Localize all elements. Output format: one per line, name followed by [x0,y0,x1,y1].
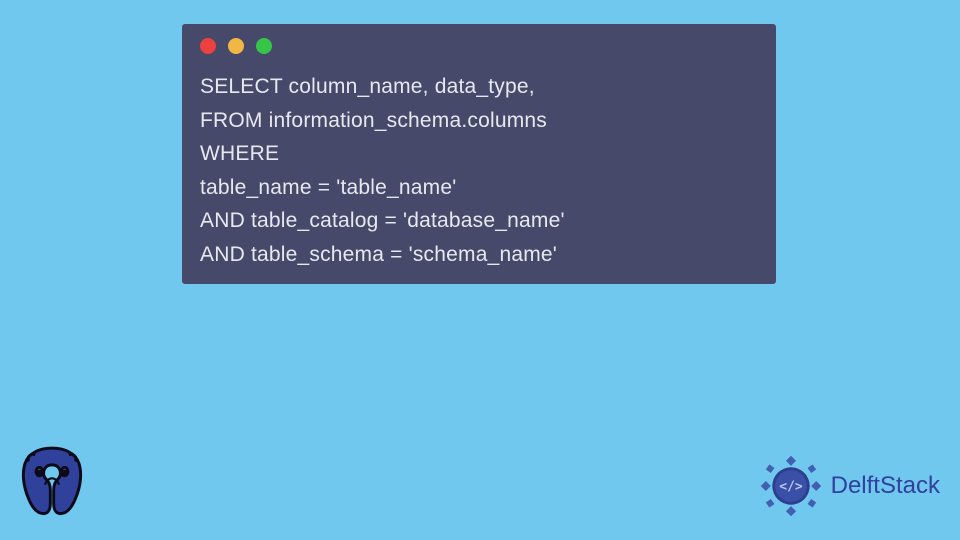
maximize-icon [256,38,272,54]
minimize-icon [228,38,244,54]
svg-text:</>: </> [779,479,803,494]
close-icon [200,38,216,54]
delftstack-logo-icon: </> [755,450,827,522]
code-line: FROM information_schema.columns [200,109,547,132]
postgresql-logo-icon [10,436,94,524]
code-line: SELECT column_name, data_type, [200,75,535,98]
code-content: SELECT column_name, data_type, FROM info… [200,70,758,272]
window-controls [200,38,758,54]
code-line: table_name = 'table_name' [200,176,456,199]
delftstack-branding: </> DelftStack [755,450,940,522]
code-line: WHERE [200,142,279,165]
code-window: SELECT column_name, data_type, FROM info… [182,24,776,284]
delftstack-label: DelftStack [831,472,940,500]
code-line: AND table_catalog = 'database_name' [200,209,565,232]
code-line: AND table_schema = 'schema_name' [200,243,557,266]
